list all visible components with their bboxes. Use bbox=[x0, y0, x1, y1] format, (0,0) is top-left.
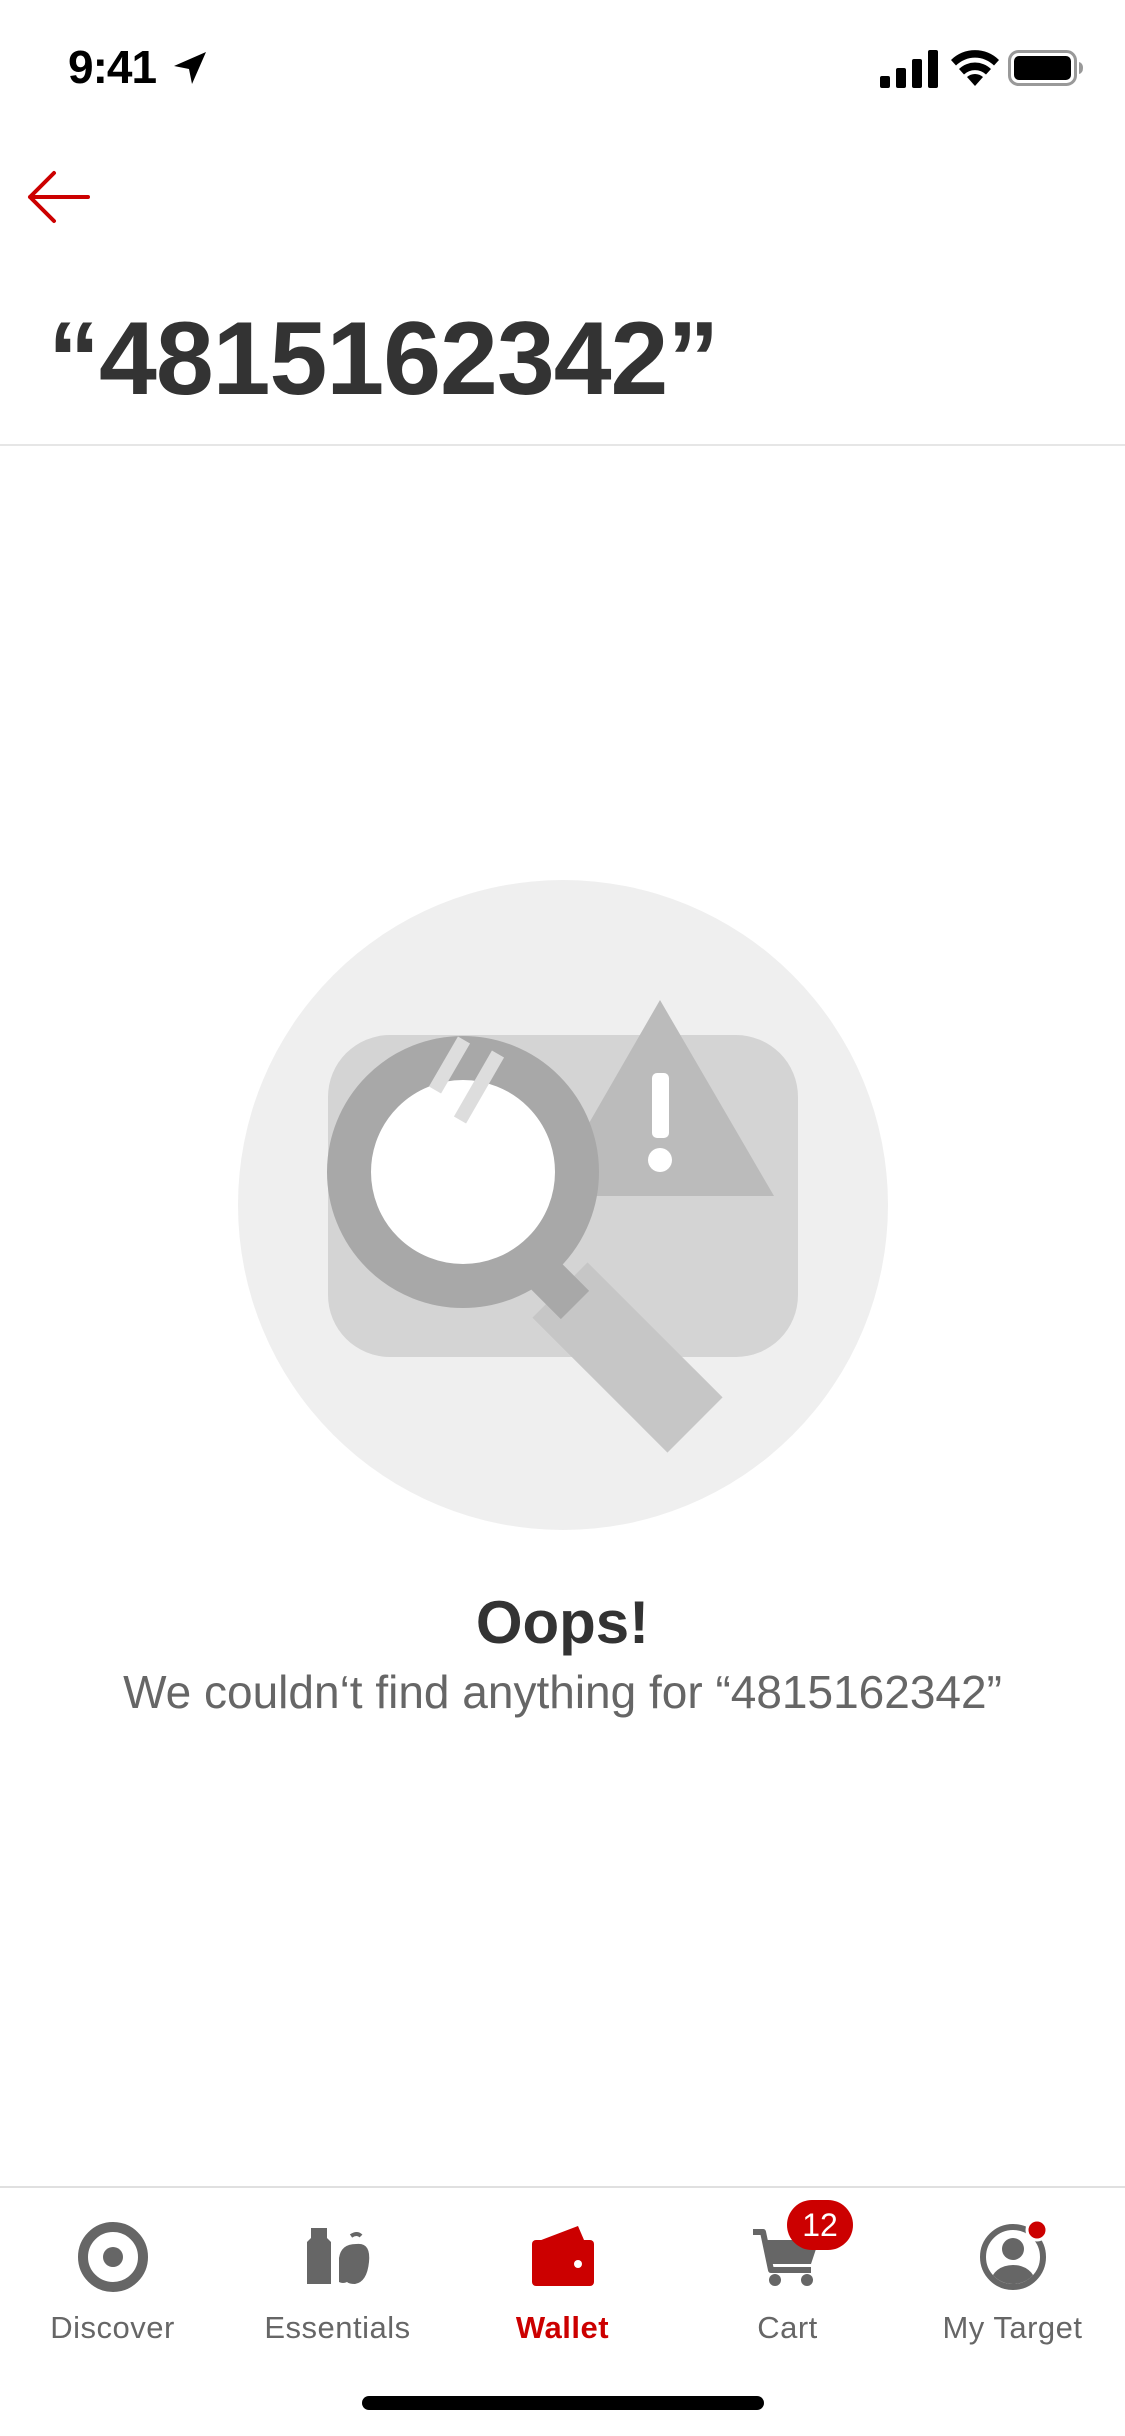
tab-essentials[interactable]: Essentials bbox=[225, 2188, 450, 2358]
cart-count-badge: 12 bbox=[787, 2200, 853, 2250]
back-button[interactable] bbox=[22, 165, 94, 229]
tab-discover[interactable]: Discover bbox=[0, 2188, 225, 2358]
tab-my-target[interactable]: My Target bbox=[900, 2188, 1125, 2358]
tab-label: My Target bbox=[942, 2310, 1083, 2345]
tab-cart[interactable]: 12 Cart bbox=[675, 2188, 900, 2358]
empty-state-title: Oops! bbox=[475, 1589, 650, 1656]
search-results-page: 9:41 “4815162342” Oops! We couldn‘t find… bbox=[0, 0, 1125, 2436]
empty-state-message: We couldn‘t find anything for “481516234… bbox=[123, 1666, 1002, 1718]
tab-label: Wallet bbox=[515, 2310, 610, 2345]
location-arrow-icon bbox=[174, 52, 206, 84]
home-indicator bbox=[362, 2396, 764, 2410]
tab-label: Essentials bbox=[264, 2310, 411, 2345]
tab-label: Discover bbox=[50, 2310, 175, 2345]
tab-label: Cart bbox=[757, 2310, 818, 2345]
wallet-icon bbox=[532, 2226, 594, 2286]
status-bar: 9:41 bbox=[0, 0, 1125, 135]
battery-icon bbox=[1008, 50, 1083, 86]
tab-wallet[interactable]: Wallet bbox=[450, 2188, 675, 2358]
page-title: “4815162342” bbox=[48, 301, 719, 417]
profile-icon bbox=[980, 2218, 1049, 2290]
no-results-illustration bbox=[238, 880, 888, 1530]
header-divider bbox=[0, 444, 1125, 446]
cellular-signal-icon bbox=[880, 50, 938, 88]
target-icon bbox=[78, 2222, 148, 2292]
wifi-icon bbox=[951, 50, 999, 86]
arrow-left-icon bbox=[28, 171, 90, 223]
status-time: 9:41 bbox=[68, 41, 157, 93]
essentials-icon bbox=[307, 2228, 370, 2284]
